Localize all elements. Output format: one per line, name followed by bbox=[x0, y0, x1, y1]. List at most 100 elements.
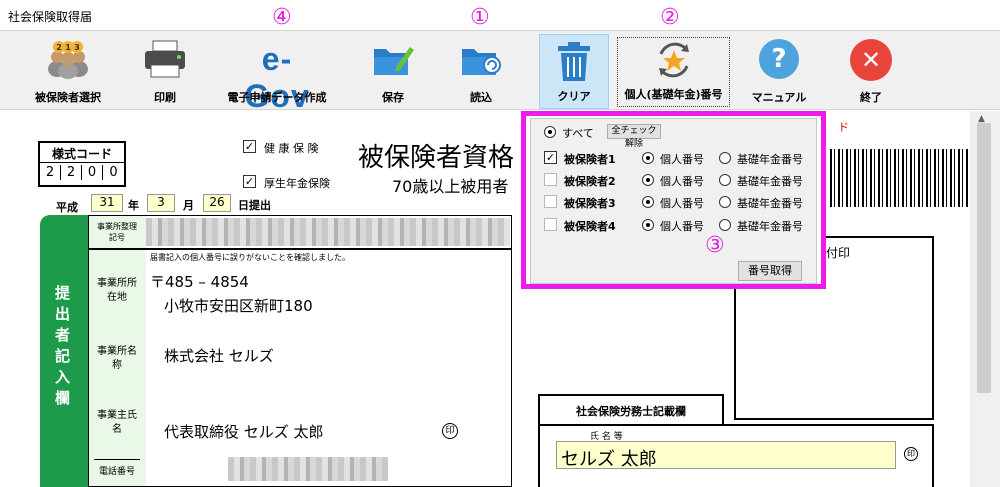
insured-label: 被保険者4 bbox=[564, 220, 616, 233]
egov-label: 電子申請データ作成 bbox=[227, 91, 327, 104]
star-refresh-icon bbox=[651, 40, 697, 83]
personal-number-panel: すべて 全チェック解除 ✓ 被保険者1 個人番号 基礎年金番号 被保険者2 個人… bbox=[521, 111, 826, 289]
style-code-digit: 0 bbox=[109, 165, 118, 180]
vertical-scrollbar[interactable]: ▲ bbox=[970, 111, 1000, 487]
uncheck-all-button[interactable]: 全チェック解除 bbox=[607, 124, 661, 149]
clear-button[interactable]: クリア bbox=[539, 34, 609, 109]
style-code-label: 様式コード bbox=[40, 145, 124, 163]
personal-number-option: 個人番号 bbox=[660, 153, 704, 166]
get-number-button[interactable]: 番号取得 bbox=[738, 261, 802, 281]
office-code-value[interactable] bbox=[146, 218, 510, 246]
scroll-thumb[interactable] bbox=[977, 123, 991, 393]
submitter-bar: 提出者記入欄 bbox=[40, 215, 88, 487]
phone-value[interactable] bbox=[228, 457, 388, 481]
office-address[interactable]: 小牧市安田区新町180 bbox=[164, 295, 313, 316]
exit-label: 終了 bbox=[860, 91, 882, 104]
insured-label: 被保険者2 bbox=[564, 175, 616, 188]
confirm-text: 届書記入の個人番号に誤りがないことを確認しました。 bbox=[150, 253, 350, 262]
seal-mark: 印 bbox=[442, 423, 458, 439]
folder-save-icon bbox=[370, 39, 416, 82]
select-insured-button[interactable]: 2 1 3 被保険者選択 bbox=[22, 33, 114, 109]
health-insurance-checkbox[interactable]: ✓ bbox=[243, 140, 256, 153]
basic-pension-radio[interactable] bbox=[719, 152, 731, 164]
annotation-1: ① bbox=[470, 5, 490, 30]
office-code-label: 事業所整理記号 bbox=[97, 222, 137, 242]
insured-checkbox[interactable] bbox=[544, 195, 557, 208]
insured-checkbox[interactable] bbox=[544, 218, 557, 231]
consultant-name-field[interactable]: セルズ 太郎 bbox=[556, 441, 896, 470]
owner-label: 事業主氏名 bbox=[97, 410, 137, 435]
print-button[interactable]: 印刷 bbox=[130, 33, 200, 109]
phone-label: 電話番号 bbox=[94, 459, 140, 477]
year-field[interactable]: 31 bbox=[91, 194, 123, 212]
basic-pension-radio[interactable] bbox=[719, 219, 731, 231]
style-code-digit: 2 bbox=[40, 165, 61, 180]
load-button[interactable]: 読込 bbox=[448, 33, 514, 109]
personal-number-option: 個人番号 bbox=[660, 220, 704, 233]
personal-number-option: 個人番号 bbox=[660, 197, 704, 210]
app-window: 社会保険取得届 2 1 3 被保険者選択 印刷 e-Gov 電子申請データ作成 … bbox=[0, 0, 1000, 487]
month-field[interactable]: 3 bbox=[147, 194, 175, 212]
basic-pension-radio[interactable] bbox=[719, 174, 731, 186]
style-code-digit: 0 bbox=[82, 165, 103, 180]
personal-number-radio[interactable] bbox=[642, 196, 654, 208]
office-name[interactable]: 株式会社 セルズ bbox=[164, 345, 274, 366]
exit-button[interactable]: ✕ 終了 bbox=[838, 33, 904, 109]
folder-load-icon bbox=[458, 39, 504, 82]
people-ranking-icon: 2 1 3 bbox=[43, 39, 93, 82]
form-subtitle: 70歳以上被用者 bbox=[392, 177, 509, 196]
day-suffix: 日提出 bbox=[238, 199, 271, 212]
basic-pension-option: 基礎年金番号 bbox=[737, 153, 803, 166]
basic-pension-option: 基礎年金番号 bbox=[737, 220, 803, 233]
year-unit: 年 bbox=[128, 199, 139, 212]
postal-code[interactable]: 〒485 – 4854 bbox=[150, 271, 249, 292]
basic-pension-option: 基礎年金番号 bbox=[737, 197, 803, 210]
manual-button[interactable]: ? マニュアル bbox=[744, 33, 814, 109]
red-char: ド bbox=[838, 121, 849, 134]
consultant-header-box: 社会保険労務士記載欄 bbox=[538, 394, 724, 424]
close-icon: ✕ bbox=[850, 39, 892, 81]
pension-insurance-checkbox[interactable]: ✓ bbox=[243, 175, 256, 188]
personal-number-option: 個人番号 bbox=[660, 175, 704, 188]
annotation-2: ② bbox=[660, 5, 680, 30]
egov-button[interactable]: e-Gov 電子申請データ作成 bbox=[212, 33, 342, 114]
style-code-digit: 2 bbox=[61, 165, 82, 180]
basic-pension-radio[interactable] bbox=[719, 196, 731, 208]
trash-icon bbox=[554, 41, 594, 86]
svg-text:1: 1 bbox=[65, 43, 71, 52]
consultant-seal-mark: 印 bbox=[904, 447, 918, 461]
month-unit: 月 bbox=[183, 199, 194, 212]
insured-checkbox[interactable]: ✓ bbox=[544, 151, 557, 164]
insured-label: 被保険者3 bbox=[564, 197, 616, 210]
svg-text:2: 2 bbox=[56, 43, 62, 52]
load-label: 読込 bbox=[470, 91, 492, 104]
all-label: すべて bbox=[562, 127, 594, 140]
personal-number-radio[interactable] bbox=[642, 174, 654, 186]
insured-label: 被保険者1 bbox=[564, 153, 616, 166]
printer-icon bbox=[143, 39, 187, 82]
personal-number-radio[interactable] bbox=[642, 152, 654, 164]
all-radio[interactable] bbox=[544, 126, 556, 138]
insured-checkbox[interactable] bbox=[544, 173, 557, 186]
window-title: 社会保険取得届 bbox=[0, 0, 1000, 30]
address-label: 事業所所在地 bbox=[97, 278, 137, 303]
save-label: 保存 bbox=[382, 91, 404, 104]
era-label: 平成 bbox=[56, 201, 78, 214]
day-field[interactable]: 26 bbox=[203, 194, 231, 212]
basic-pension-option: 基礎年金番号 bbox=[737, 175, 803, 188]
save-button[interactable]: 保存 bbox=[360, 33, 426, 109]
manual-label: マニュアル bbox=[751, 91, 807, 104]
consultant-section-label: 社会保険労務士記載欄 bbox=[576, 405, 686, 418]
select-insured-label: 被保険者選択 bbox=[35, 91, 101, 104]
barcode bbox=[830, 149, 970, 207]
personal-number-panel-body: すべて 全チェック解除 ✓ 被保険者1 個人番号 基礎年金番号 被保険者2 個人… bbox=[530, 118, 817, 284]
owner-name[interactable]: 代表取締役 セルズ 太郎 bbox=[164, 421, 324, 442]
submitter-label: 提出者記入欄 bbox=[55, 284, 71, 407]
svg-text:3: 3 bbox=[74, 43, 80, 52]
personal-number-button[interactable]: 個人(基礎年金)番号 bbox=[617, 37, 730, 107]
receipt-label: 付印 bbox=[826, 246, 851, 260]
form-title: 被保険者資格 bbox=[358, 143, 515, 173]
toolbar: 2 1 3 被保険者選択 印刷 e-Gov 電子申請データ作成 保存 読込 クリ… bbox=[0, 30, 1000, 114]
health-insurance-label: 健 康 保 険 bbox=[264, 142, 319, 155]
personal-number-radio[interactable] bbox=[642, 219, 654, 231]
